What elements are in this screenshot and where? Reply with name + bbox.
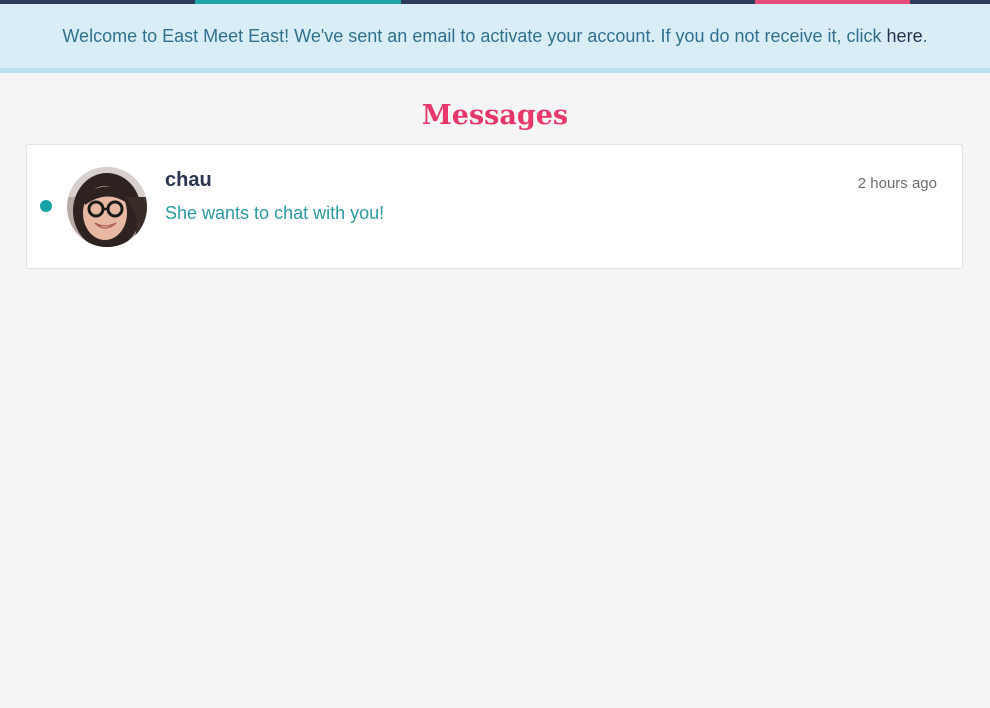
banner-text: Welcome to East Meet East! We've sent an… (62, 26, 887, 46)
page-title: Messages (421, 100, 569, 131)
unread-indicator (40, 200, 52, 212)
message-item[interactable]: chau She wants to chat with you! 2 hours… (27, 145, 962, 268)
activation-banner: Welcome to East Meet East! We've sent an… (0, 4, 990, 73)
sender-name[interactable]: chau (165, 169, 212, 192)
message-timestamp: 2 hours ago (857, 175, 937, 192)
message-preview: She wants to chat with you! (165, 203, 385, 223)
avatar[interactable] (67, 167, 147, 247)
messages-list: chau She wants to chat with you! 2 hours… (26, 144, 963, 269)
banner-suffix: . (922, 26, 928, 46)
resend-email-link[interactable]: here (887, 26, 923, 46)
avatar-photo (67, 167, 147, 247)
